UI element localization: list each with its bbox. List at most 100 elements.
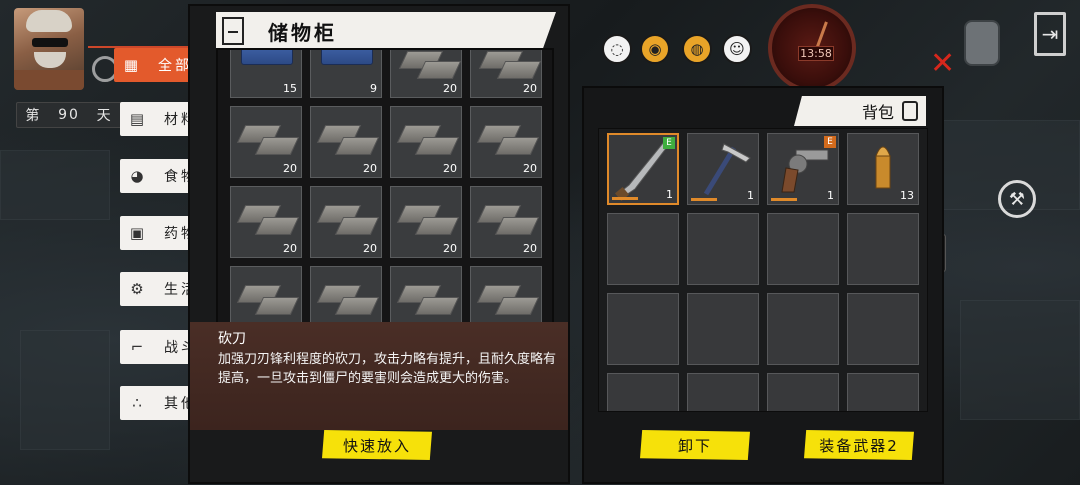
- storage-slot[interactable]: 20: [390, 106, 462, 178]
- backpack-slot-empty[interactable]: [607, 293, 679, 365]
- crate-icon: [321, 50, 373, 65]
- pistol-icon: ⌐: [130, 338, 144, 356]
- slot-count: 20: [283, 162, 297, 175]
- locker-icon: [222, 17, 244, 45]
- grid-icon: ▦: [123, 56, 139, 74]
- storage-slot[interactable]: 20: [230, 186, 302, 258]
- pill-icon[interactable]: ◌: [602, 34, 632, 64]
- backpack-small-icon: [902, 101, 918, 121]
- slot-count: 20: [283, 242, 297, 255]
- unequip-label: 卸下: [677, 436, 712, 455]
- storage-slot[interactable]: 20: [310, 186, 382, 258]
- storage-title: 储物柜: [268, 20, 337, 45]
- backpack-slot-empty[interactable]: [767, 293, 839, 365]
- backpack-header: 背包: [794, 96, 926, 126]
- clock: 13:58: [768, 4, 856, 92]
- eye-icon[interactable]: ◉: [640, 34, 670, 64]
- backpack-slot-empty[interactable]: [687, 293, 759, 365]
- backpack-slot-empty[interactable]: [847, 373, 919, 411]
- backpack-slot[interactable]: E 1: [607, 133, 679, 205]
- storage-slot[interactable]: 20: [470, 50, 542, 98]
- durability-bar: [691, 198, 717, 201]
- day-counter: 第 90 天: [16, 102, 122, 128]
- action-icon[interactable]: ⚒: [998, 180, 1036, 218]
- storage-slot[interactable]: [390, 266, 462, 322]
- backpack-slot[interactable]: E 1: [767, 133, 839, 205]
- backpack-grid[interactable]: E 1 1 E 1 13: [598, 128, 928, 412]
- storage-slot[interactable]: 15: [230, 50, 302, 98]
- quick-put-button[interactable]: 快速放入: [322, 430, 432, 460]
- storage-slot[interactable]: [230, 266, 302, 322]
- backpack-title: 背包: [861, 103, 894, 122]
- item-name: 砍刀: [218, 331, 246, 347]
- slot-count: 1: [827, 189, 834, 202]
- backpack-slot-empty[interactable]: [687, 213, 759, 285]
- clock-time: 13:58: [798, 46, 834, 61]
- backpack-slot-empty[interactable]: [687, 373, 759, 411]
- backpack-slot-empty[interactable]: [607, 373, 679, 411]
- storage-header: 储物柜: [216, 12, 556, 50]
- bg-roof: [0, 150, 110, 220]
- storage-panel: 储物柜 15 9 20 20 20 20 20 20 20 20 20 20 砍…: [190, 6, 568, 482]
- storage-slot[interactable]: [470, 266, 542, 322]
- storage-slot[interactable]: 20: [390, 186, 462, 258]
- unequip-button[interactable]: 卸下: [640, 430, 750, 460]
- quick-put-label: 快速放入: [342, 436, 411, 455]
- day-prefix: 第: [25, 108, 42, 124]
- slot-count: 9: [370, 82, 377, 95]
- food-icon: ◕: [130, 167, 144, 185]
- equip-weapon-label: 装备武器2: [819, 436, 899, 455]
- storage-slot[interactable]: 20: [470, 186, 542, 258]
- backpack-slot-empty[interactable]: [607, 213, 679, 285]
- slot-count: 20: [443, 162, 457, 175]
- day-suffix: 天: [96, 108, 113, 124]
- dots-icon: ∴: [132, 394, 142, 412]
- backpack-slot-empty[interactable]: [767, 213, 839, 285]
- durability-bar: [771, 198, 797, 201]
- backpack-icon[interactable]: [964, 20, 1000, 66]
- slot-count: 20: [523, 82, 537, 95]
- backpack-slot-empty[interactable]: [847, 213, 919, 285]
- crate-icon: [241, 50, 293, 65]
- slot-count: 1: [747, 189, 754, 202]
- bg-roof: [20, 330, 110, 450]
- item-description: 砍刀 加强刀刃锋利程度的砍刀，攻击力略有提升，且耐久度略有提高，一旦攻击到僵尸的…: [190, 322, 568, 430]
- storage-slot[interactable]: 20: [230, 106, 302, 178]
- slot-count: 15: [283, 82, 297, 95]
- equip-weapon-2-button[interactable]: 装备武器2: [804, 430, 914, 460]
- exit-door-icon[interactable]: ⇥: [1034, 12, 1066, 56]
- slot-count: 20: [363, 162, 377, 175]
- slot-count: 20: [523, 242, 537, 255]
- storage-slot[interactable]: 20: [390, 50, 462, 98]
- cup-icon[interactable]: ◍: [682, 34, 712, 64]
- storage-slot[interactable]: [310, 266, 382, 322]
- item-description-text: 加强刀刃锋利程度的砍刀，攻击力略有提升，且耐久度略有提高，一旦攻击到僵尸的要害则…: [218, 352, 557, 386]
- planks-icon: ▤: [129, 110, 145, 128]
- slot-count: 1: [666, 188, 673, 201]
- slot-count: 20: [363, 242, 377, 255]
- player-avatar[interactable]: [14, 8, 84, 90]
- heartbeat-line: [88, 32, 198, 48]
- slot-count: 13: [900, 189, 914, 202]
- slot-count: 20: [523, 162, 537, 175]
- backpack-slot-empty[interactable]: [767, 373, 839, 411]
- slot-count: 20: [443, 242, 457, 255]
- slot-count: 20: [443, 82, 457, 95]
- storage-grid[interactable]: 15 9 20 20 20 20 20 20 20 20 20 20: [216, 48, 554, 324]
- smile-icon[interactable]: ☺: [722, 34, 752, 64]
- storage-slot[interactable]: 9: [310, 50, 382, 98]
- bg-roof: [960, 300, 1080, 420]
- life-icon: ⚙: [130, 280, 144, 298]
- backpack-panel: 背包 E 1 1 E 1 13 卸下 装备武器2: [584, 88, 942, 482]
- day-number: 90: [58, 107, 80, 123]
- backpack-slot[interactable]: 13: [847, 133, 919, 205]
- durability-bar: [612, 197, 638, 200]
- storage-slot[interactable]: 20: [310, 106, 382, 178]
- backpack-slot-empty[interactable]: [847, 293, 919, 365]
- equipped-badge: E: [663, 137, 675, 149]
- storage-slot[interactable]: 20: [470, 106, 542, 178]
- backpack-slot[interactable]: 1: [687, 133, 759, 205]
- equipped-badge: E: [824, 136, 836, 148]
- close-icon[interactable]: ✕: [930, 46, 955, 81]
- medicine-icon: ▣: [129, 224, 145, 242]
